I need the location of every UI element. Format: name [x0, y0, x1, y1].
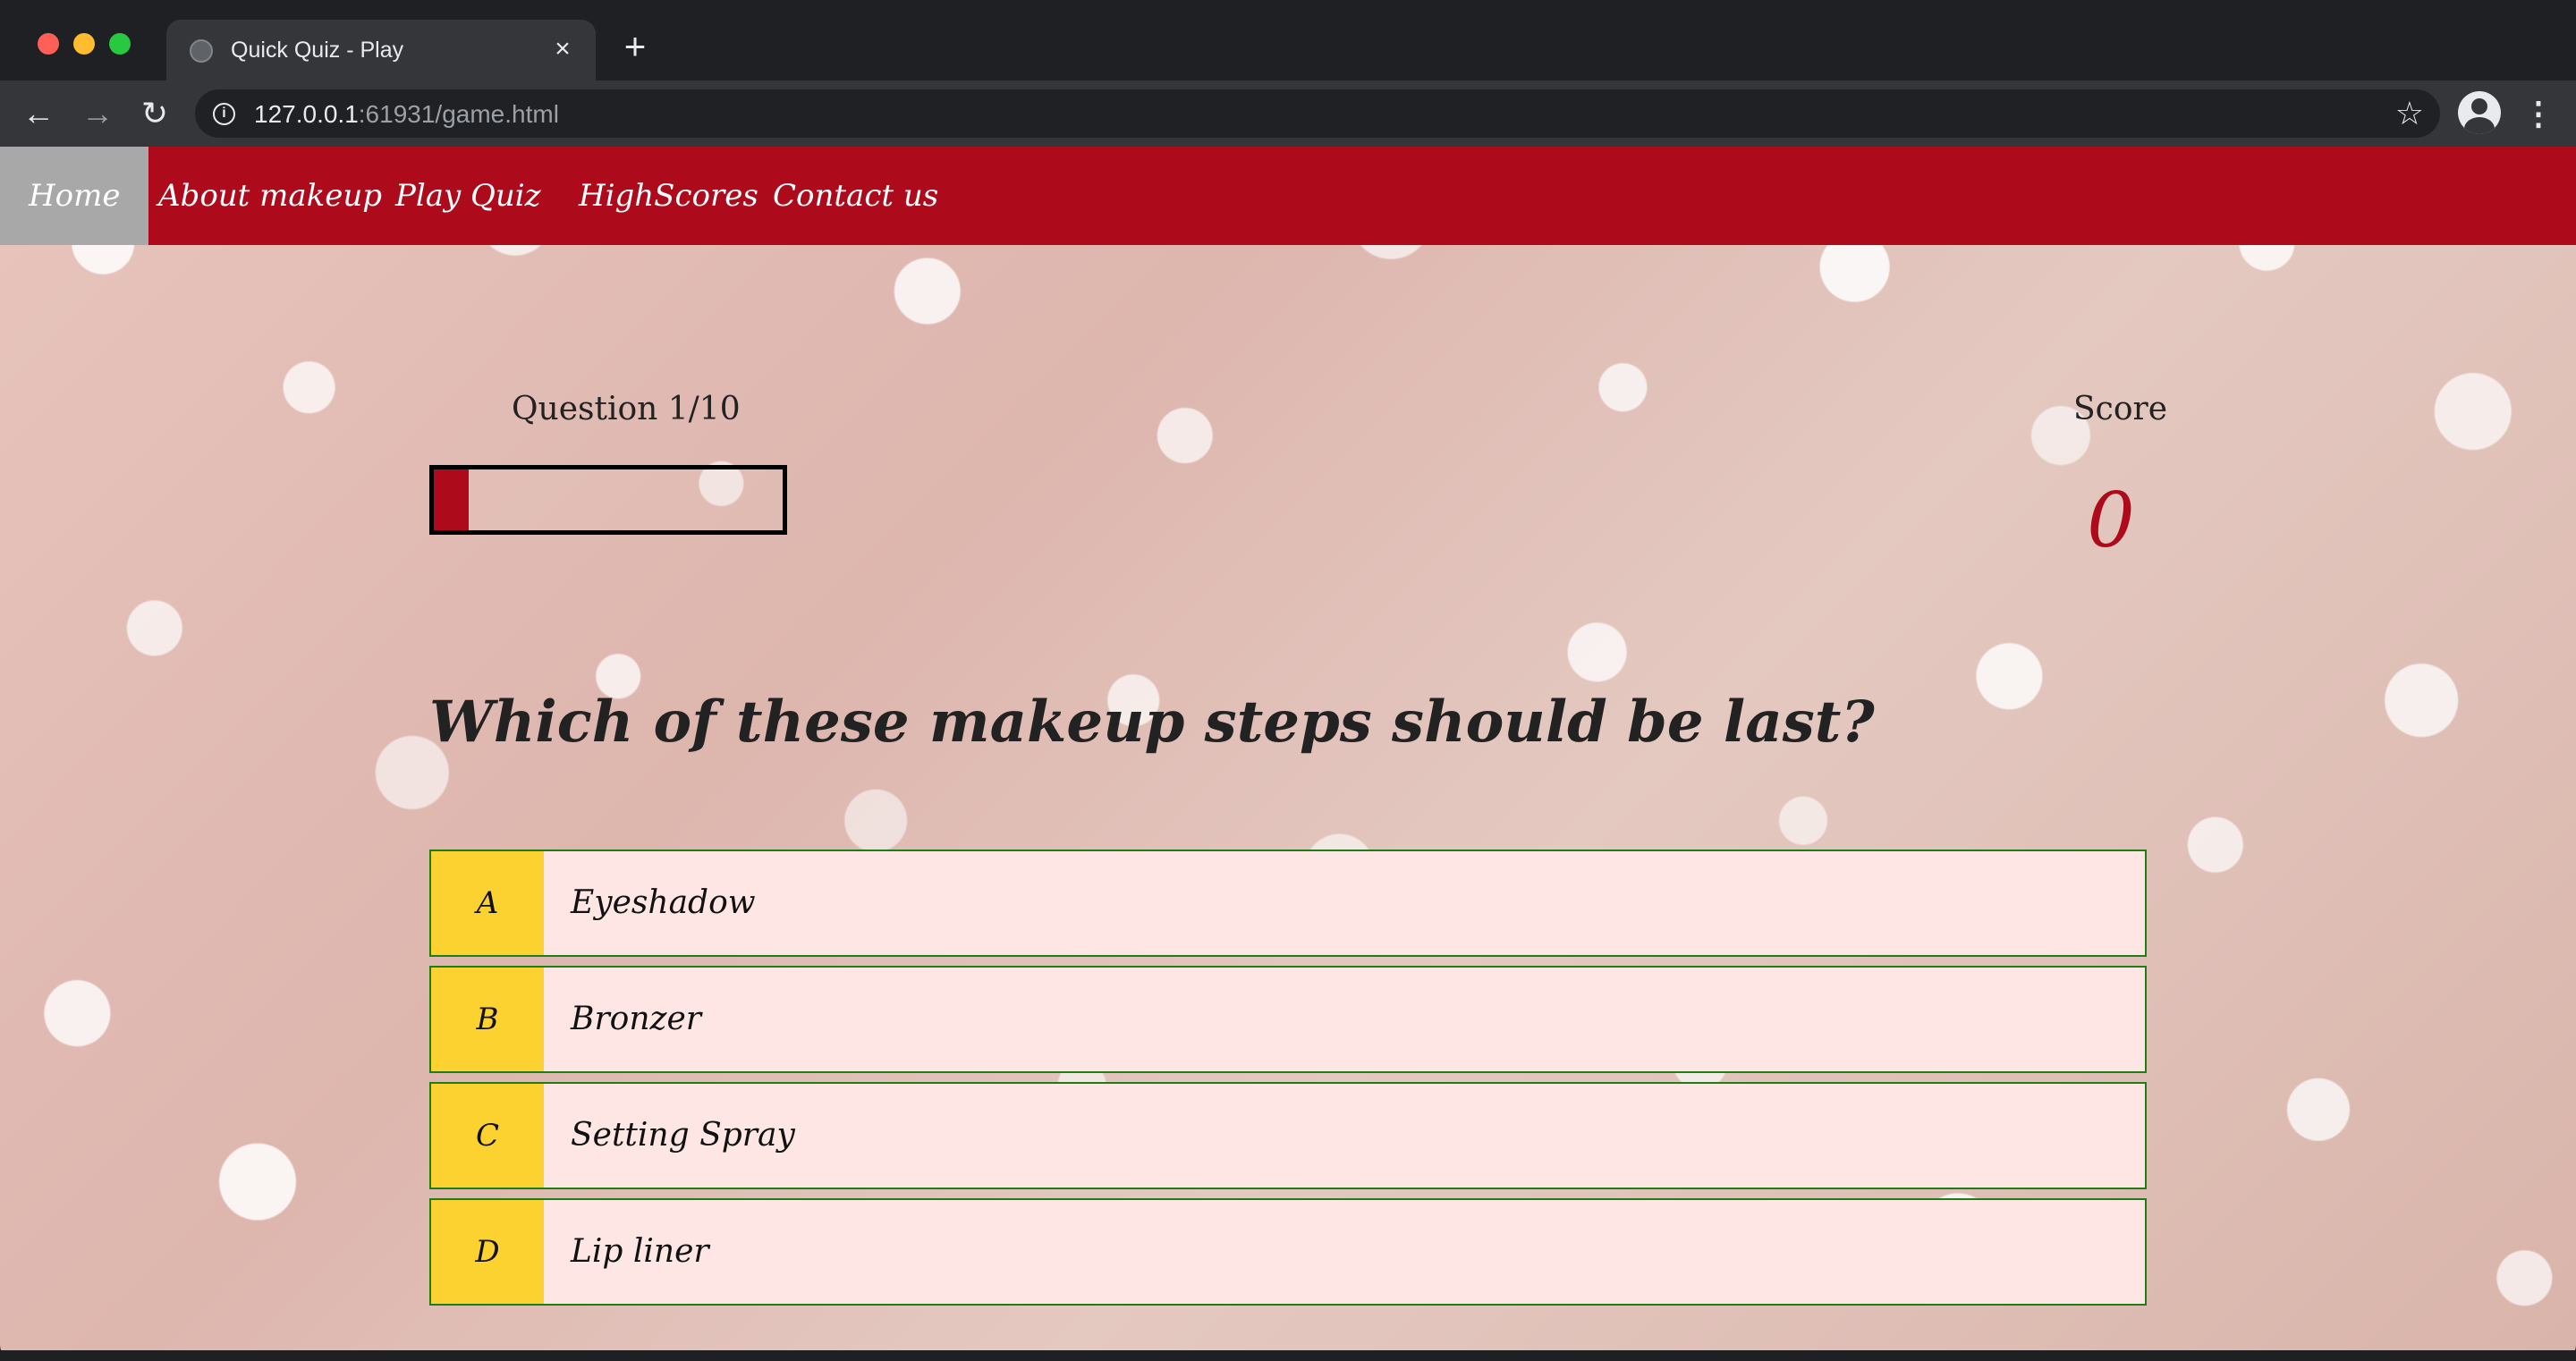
page-viewport: Home About makeup Play Quiz HighScores C…: [0, 147, 2576, 1350]
choice-b[interactable]: B Bronzer: [429, 966, 2147, 1073]
new-tab-icon[interactable]: +: [617, 28, 653, 65]
forward-icon[interactable]: →: [77, 93, 118, 134]
profile-icon[interactable]: [2458, 91, 2501, 134]
close-icon[interactable]: ×: [547, 34, 578, 64]
choice-a[interactable]: A Eyeshadow: [429, 850, 2147, 957]
choice-text: Bronzer: [571, 1001, 702, 1037]
info-icon[interactable]: i: [213, 103, 235, 125]
back-icon[interactable]: ←: [18, 93, 59, 134]
score-value: 0: [2087, 477, 2135, 564]
minimize-window-icon[interactable]: [73, 33, 95, 55]
nav-contact-us[interactable]: Contact us: [744, 147, 967, 245]
choice-text: Lip liner: [571, 1233, 709, 1270]
kebab-menu-icon[interactable]: ⋮: [2522, 93, 2555, 134]
browser-tab[interactable]: Quick Quiz - Play ×: [166, 20, 596, 80]
nav-play-quiz[interactable]: Play Quiz: [367, 147, 570, 245]
nav-home[interactable]: Home: [0, 147, 149, 245]
site-navbar: Home About makeup Play Quiz HighScores C…: [0, 147, 2576, 245]
profile-body: [2464, 117, 2495, 134]
score-label: Score: [2073, 391, 2168, 427]
globe-icon: [190, 39, 213, 63]
browser-window: Quick Quiz - Play × + ← → ↻ i 127.0.0.1:…: [0, 0, 2576, 1361]
address-bar[interactable]: i 127.0.0.1:61931/game.html ☆: [195, 89, 2440, 138]
url-host: 127.0.0.1: [254, 100, 359, 128]
choice-prefix: D: [431, 1200, 544, 1304]
choice-prefix: C: [431, 1084, 544, 1188]
profile-head: [2471, 98, 2487, 114]
choice-c[interactable]: C Setting Spray: [429, 1082, 2147, 1189]
url-text[interactable]: 127.0.0.1:61931/game.html: [254, 100, 559, 129]
reload-icon[interactable]: ↻: [134, 93, 175, 134]
maximize-window-icon[interactable]: [109, 33, 131, 55]
url-path: :61931/game.html: [358, 100, 559, 128]
choice-text: Setting Spray: [571, 1117, 795, 1154]
choice-d[interactable]: D Lip liner: [429, 1198, 2147, 1306]
progress-bar: [429, 465, 787, 535]
choice-prefix: A: [431, 851, 544, 955]
question-counter: Question 1/10: [512, 391, 741, 427]
close-window-icon[interactable]: [38, 33, 59, 55]
question-text: Which of these makeup steps should be la…: [429, 689, 1875, 756]
browser-toolbar: ← → ↻ i 127.0.0.1:61931/game.html ☆ ⋮: [0, 80, 2576, 147]
progress-bar-fill: [434, 469, 469, 530]
choice-prefix: B: [431, 968, 544, 1071]
star-icon[interactable]: ☆: [2395, 95, 2424, 132]
tab-title: Quick Quiz - Play: [231, 38, 404, 63]
choice-text: Eyeshadow: [571, 884, 756, 921]
tab-strip: Quick Quiz - Play × +: [0, 0, 2576, 80]
